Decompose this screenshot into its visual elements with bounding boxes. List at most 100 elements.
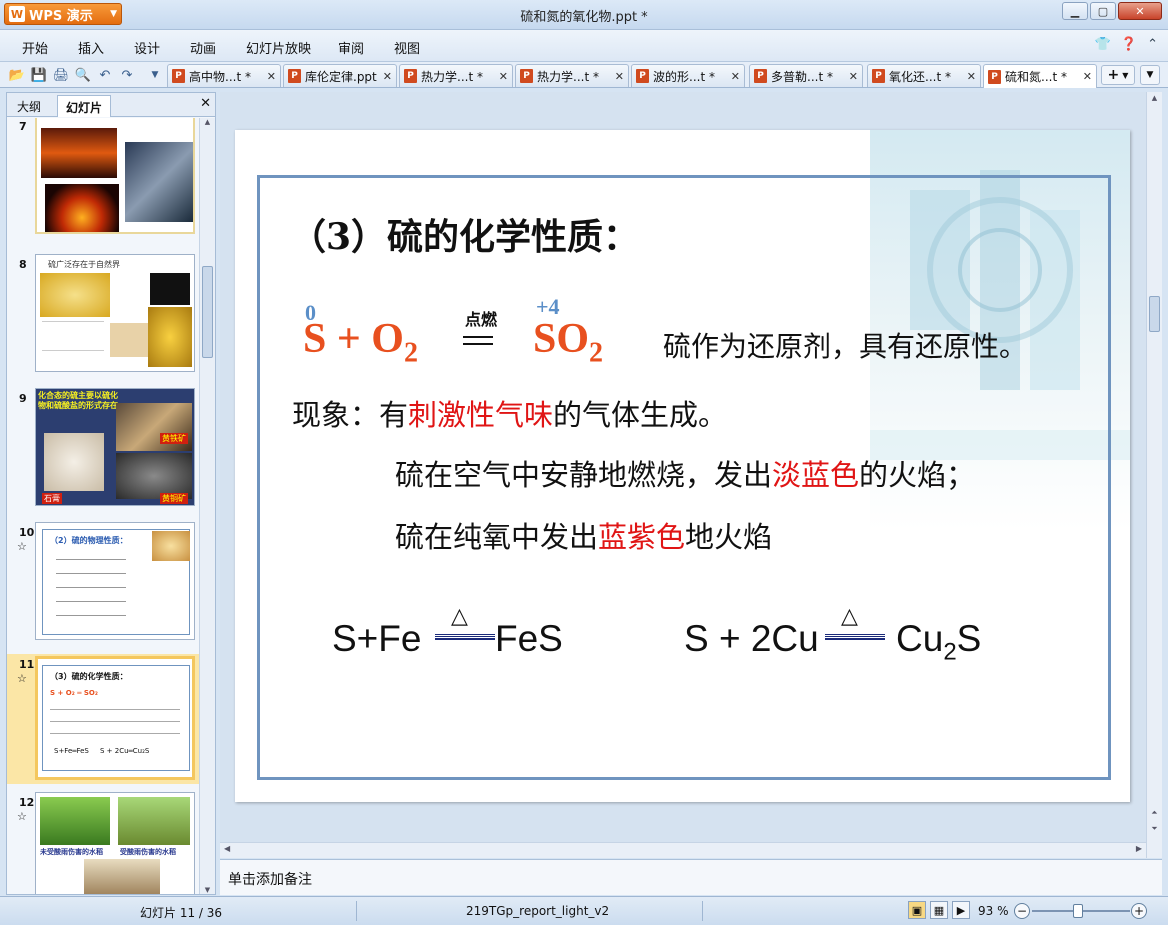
text: 的火焰；: [859, 458, 976, 492]
menu-view[interactable]: 视图: [394, 38, 420, 57]
product-formula: Cu: [896, 618, 944, 659]
doc-tab-label: 高中物...t *: [189, 69, 251, 84]
restore-ribbon-icon[interactable]: ⌃: [1147, 37, 1158, 52]
slide-number: 9: [19, 392, 27, 405]
notes-pane[interactable]: 单击添加备注: [220, 859, 1162, 895]
thumb-title: （2）硫的物理性质：: [50, 536, 128, 545]
menu-design[interactable]: 设计: [134, 38, 160, 57]
menu-right-tools: 👕 ❓ ⌃: [1095, 37, 1158, 52]
menu-animation[interactable]: 动画: [190, 38, 216, 57]
slide-thumbnail: （3）硫的化学性质： S + O₂ ═ SO₂ S+Fe═FeS S + 2Cu…: [35, 656, 195, 780]
doc-tab-5[interactable]: P 波的形...t * ✕: [631, 64, 745, 87]
close-tab-icon[interactable]: ✕: [731, 70, 740, 83]
next-slide-icon[interactable]: ⏷: [1147, 824, 1162, 834]
help-icon[interactable]: ❓: [1121, 37, 1137, 52]
tab-outline[interactable]: 大纲: [9, 95, 49, 117]
close-tab-icon[interactable]: ✕: [615, 70, 624, 83]
double-bar: [435, 634, 495, 640]
zoom-in-button[interactable]: +: [1131, 903, 1147, 919]
thumb-title: 硫广泛存在于自然界: [48, 260, 120, 269]
scroll-up-icon[interactable]: ▲: [200, 118, 215, 126]
ppt-file-icon: P: [872, 69, 885, 83]
slide-title[interactable]: （3）硫的化学性质：: [290, 208, 639, 260]
reaction-copper[interactable]: S + 2Cu: [684, 618, 819, 660]
doc-tab-2[interactable]: P 库伦定律.ppt ✕: [283, 64, 397, 87]
thumbnail-slide-7[interactable]: 7: [7, 118, 199, 242]
eq-product-subscript: 2: [589, 337, 604, 369]
slides-panel: 大纲 幻灯片 ✕ 7 8 硫广泛存在于自然界 9 化合态的硫主要以硫化物和硫酸盐…: [6, 92, 216, 895]
slide-vertical-scrollbar[interactable]: ▲ ⏶ ⏷: [1146, 92, 1162, 858]
normal-view-icon[interactable]: ▣: [908, 901, 926, 919]
maximize-button[interactable]: ▢: [1090, 2, 1116, 20]
thumbnail-slide-8[interactable]: 8 硫广泛存在于自然界: [7, 254, 199, 380]
combustion-equation[interactable]: S + O2: [303, 315, 418, 369]
thumb-title: （3）硫的化学性质：: [50, 672, 128, 681]
label-damaged-rice: 受酸雨伤害的水稻: [120, 848, 176, 856]
print-preview-icon[interactable]: 🔍: [74, 66, 92, 84]
thumb-reactions: S+Fe═FeS S + 2Cu═Cu₂S: [54, 747, 150, 755]
template-name: 219TGp_report_light_v2: [466, 904, 610, 918]
close-tab-icon[interactable]: ✕: [849, 70, 858, 83]
print-icon[interactable]: 🖨: [52, 66, 70, 84]
doc-tab-4[interactable]: P 热力学...t * ✕: [515, 64, 629, 87]
customize-dropdown-icon[interactable]: ▼: [146, 66, 164, 84]
undo-icon[interactable]: ↶: [96, 66, 114, 84]
close-tab-icon[interactable]: ✕: [267, 70, 276, 83]
delta-heat-icon: △: [451, 604, 468, 629]
tab-list-dropdown[interactable]: ▼: [1140, 65, 1160, 85]
healthy-rice-photo: [40, 797, 110, 845]
doc-tab-7[interactable]: P 氧化还...t * ✕: [867, 64, 981, 87]
slide-horizontal-scrollbar[interactable]: ◀ ▶: [220, 842, 1146, 858]
scrollbar-thumb[interactable]: [202, 266, 213, 358]
current-slide[interactable]: （3）硫的化学性质： 0 +4 S + O2 点燃 SO2 硫作为还原剂，具有还…: [235, 130, 1130, 802]
minimize-button[interactable]: ▁: [1062, 2, 1088, 20]
ppt-file-icon: P: [172, 69, 185, 83]
menu-insert[interactable]: 插入: [78, 38, 104, 57]
thumbnail-slide-10[interactable]: 10 ☆ （2）硫的物理性质：: [7, 522, 199, 648]
reactants-cu: S + 2Cu: [684, 618, 819, 659]
slide-sorter-icon[interactable]: ▦: [930, 901, 948, 919]
divider: [356, 901, 357, 921]
scroll-up-icon[interactable]: ▲: [1147, 94, 1162, 102]
doc-tab-1[interactable]: P 高中物...t * ✕: [167, 64, 281, 87]
text: 硫在空气中安静地燃烧，发出: [395, 458, 773, 492]
thumbnail-slide-9[interactable]: 9 化合态的硫主要以硫化物和硫酸盐的形式存在 石膏 黄铁矿 黄铜矿: [7, 388, 199, 514]
slide-number: 7: [19, 120, 27, 133]
save-icon[interactable]: 💾: [30, 66, 48, 84]
scroll-right-icon[interactable]: ▶: [1136, 844, 1142, 853]
open-folder-icon[interactable]: 📂: [8, 66, 26, 84]
thumbnail-slide-11-selected[interactable]: 11 ☆ （3）硫的化学性质： S + O₂ ═ SO₂ S+Fe═FeS S …: [7, 654, 199, 784]
lava-photo: [45, 184, 119, 232]
menu-home[interactable]: 开始: [22, 38, 48, 57]
close-tab-icon[interactable]: ✕: [499, 70, 508, 83]
doc-tab-8-active[interactable]: P 硫和氮...t * ✕: [983, 64, 1097, 88]
prev-slide-icon[interactable]: ⏶: [1147, 808, 1162, 818]
close-tab-icon[interactable]: ✕: [1083, 70, 1092, 83]
menu-review[interactable]: 审阅: [338, 38, 364, 57]
shirt-skin-icon[interactable]: 👕: [1095, 37, 1111, 52]
redo-icon[interactable]: ↷: [118, 66, 136, 84]
text: 地火焰: [685, 520, 773, 554]
menu-slideshow[interactable]: 幻灯片放映: [246, 38, 311, 57]
zoom-out-button[interactable]: −: [1014, 903, 1030, 919]
slideshow-icon[interactable]: ▶: [952, 901, 970, 919]
scroll-left-icon[interactable]: ◀: [224, 844, 230, 853]
close-tab-icon[interactable]: ✕: [967, 70, 976, 83]
reaction-iron[interactable]: S+Fe: [332, 618, 421, 660]
close-window-button[interactable]: ✕: [1118, 2, 1162, 20]
doc-tab-label: 热力学...t *: [537, 69, 599, 84]
scrollbar-thumb[interactable]: [1149, 296, 1160, 332]
animation-star-icon: ☆: [17, 810, 27, 823]
doc-tab-6[interactable]: P 多普勒...t * ✕: [749, 64, 863, 87]
scroll-down-icon[interactable]: ▼: [200, 886, 215, 894]
zoom-slider-handle[interactable]: [1073, 904, 1083, 918]
new-tab-button[interactable]: + ▼: [1101, 65, 1135, 85]
doc-tab-3[interactable]: P 热力学...t * ✕: [399, 64, 513, 87]
tab-slides[interactable]: 幻灯片: [57, 95, 112, 117]
notes-placeholder: 单击添加备注: [228, 872, 312, 888]
thumbnail-scrollbar[interactable]: ▲ ▼: [199, 118, 215, 894]
close-panel-icon[interactable]: ✕: [200, 96, 211, 111]
close-tab-icon[interactable]: ✕: [383, 70, 392, 83]
gypsum-photo: [44, 433, 104, 491]
thumbnail-slide-12[interactable]: 12 ☆ 未受酸雨伤害的水稻 受酸雨伤害的水稻: [7, 792, 199, 894]
